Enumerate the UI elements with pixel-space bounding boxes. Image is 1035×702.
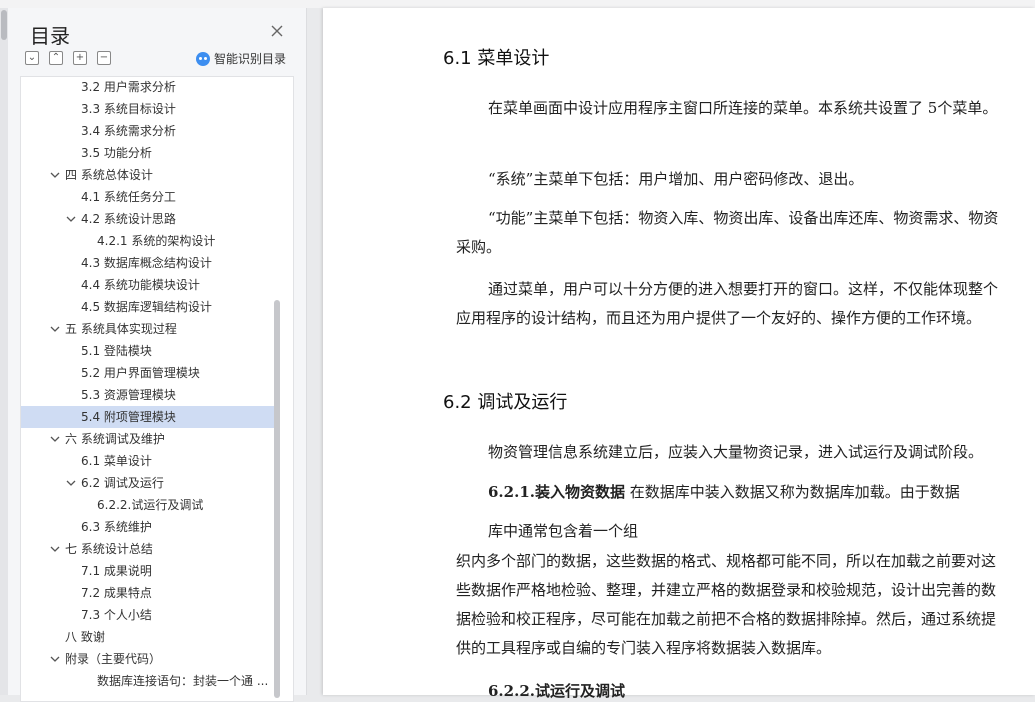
paragraph-load-data-line2: 库中通常包含着一个组 <box>488 522 639 540</box>
chevron-down-icon[interactable] <box>49 318 61 340</box>
toc-item-label: 六 系统调试及维护 <box>65 432 165 446</box>
toc-item[interactable]: 4.1 系统任务分工 <box>21 186 277 208</box>
load-data-text: 在数据库中装入数据又称为数据库加载。由于数据 <box>624 483 960 501</box>
chevron-down-icon[interactable] <box>65 208 77 230</box>
toc-item-label: 7.1 成果说明 <box>81 564 152 578</box>
toc-item[interactable]: 5.4 附项管理模块 <box>21 406 277 428</box>
subheading-6-2-2: 6.2.2.试运行及调试 <box>488 682 625 700</box>
chevron-down-icon[interactable] <box>49 648 61 670</box>
toc-toolbar: ⌄ ⌃ + − <box>25 51 111 65</box>
toc-item[interactable]: 3.3 系统目标设计 <box>21 98 277 120</box>
toc-item[interactable]: 5.2 用户界面管理模块 <box>21 362 277 384</box>
toc-item[interactable]: 七 系统设计总结 <box>21 538 277 560</box>
toc-item-label: 4.3 数据库概念结构设计 <box>81 256 212 270</box>
toc-item-label: 4.2.1 系统的架构设计 <box>97 234 216 248</box>
toc-item-label: 6.2.2.试运行及调试 <box>97 498 204 512</box>
toc-item[interactable]: 八 致谢 <box>21 626 277 648</box>
toc-item[interactable]: 3.5 功能分析 <box>21 142 277 164</box>
toc-item[interactable]: 7.2 成果特点 <box>21 582 277 604</box>
toc-item-label: 五 系统具体实现过程 <box>65 322 177 336</box>
chevron-down-icon[interactable] <box>65 472 77 494</box>
toc-item[interactable]: 7.3 个人小结 <box>21 604 277 626</box>
toc-scrollbar[interactable] <box>274 300 280 698</box>
chevron-down-icon[interactable] <box>49 538 61 560</box>
toc-item-label: 6.1 菜单设计 <box>81 454 152 468</box>
toc-item[interactable]: 3.2 用户需求分析 <box>21 77 277 98</box>
paragraph-function-menu: “功能”主菜单下包括：物资入库、物资出库、设备出库还库、物资需求、物资采购。 <box>456 209 999 256</box>
toc-item[interactable]: 6.2 调试及运行 <box>21 472 277 494</box>
toc-item-label: 3.4 系统需求分析 <box>81 124 176 138</box>
paragraph-trial-intro: 物资管理信息系统建立后，应装入大量物资记录，进入试运行及调试阶段。 <box>488 443 984 461</box>
toc-item[interactable]: 4.5 数据库逻辑结构设计 <box>21 296 277 318</box>
toc-item-label: 4.2 系统设计思路 <box>81 212 176 226</box>
toc-item-label: 6.3 系统维护 <box>81 520 152 534</box>
toc-item[interactable]: 6.1 菜单设计 <box>21 450 277 472</box>
toc-item[interactable]: 4.2 系统设计思路 <box>21 208 277 230</box>
toc-item-label: 6.2 调试及运行 <box>81 476 164 490</box>
paragraph-menu-intro: 在菜单画面中设计应用程序主窗口所连接的菜单。本系统共设置了 5个菜单。 <box>488 99 998 117</box>
paragraph-menu-benefit: 通过菜单，用户可以十分方便的进入想要打开的窗口。这样，不仅能体现整个应用程序的设… <box>456 280 999 327</box>
chevron-down-icon[interactable] <box>49 164 61 186</box>
toc-item[interactable]: 附录（主要代码） <box>21 648 277 670</box>
toc-item[interactable]: 4.2.1 系统的架构设计 <box>21 230 277 252</box>
toc-item[interactable]: 6.2.2.试运行及调试 <box>21 494 277 516</box>
toc-item[interactable]: 6.3 系统维护 <box>21 516 277 538</box>
expand-all-button[interactable]: + <box>73 51 87 65</box>
toc-item-label: 八 致谢 <box>65 630 105 644</box>
toc-item[interactable]: 3.4 系统需求分析 <box>21 120 277 142</box>
toc-item-label: 5.2 用户界面管理模块 <box>81 366 200 380</box>
toc-item-label: 7.3 个人小结 <box>81 608 152 622</box>
toc-item[interactable]: 五 系统具体实现过程 <box>21 318 277 340</box>
document-area: 6.1 菜单设计 在菜单画面中设计应用程序主窗口所连接的菜单。本系统共设置了 5… <box>307 8 1035 700</box>
toc-panel: 目录 ⌄ ⌃ + − 智能识别目录 3.2 用户需求分析 3.3 系统目标设计 3.… <box>0 8 307 702</box>
expand-down-button[interactable]: ⌄ <box>25 51 39 65</box>
document-page: 6.1 菜单设计 在菜单画面中设计应用程序主窗口所连接的菜单。本系统共设置了 5… <box>323 8 1035 700</box>
toc-item[interactable]: 4.3 数据库概念结构设计 <box>21 252 277 274</box>
toc-item-label: 七 系统设计总结 <box>65 542 153 556</box>
heading-6-1: 6.1 菜单设计 <box>443 48 550 69</box>
panel-scrollbar[interactable] <box>0 8 8 695</box>
paragraph-system-menu: “系统”主菜单下包括：用户增加、用户密码修改、退出。 <box>488 170 864 188</box>
toc-item[interactable]: 数据库连接语句：封装一个通 ... <box>21 670 277 692</box>
toc-item-label: 数据库连接语句：封装一个通 ... <box>97 674 269 688</box>
toc-item-label: 5.4 附项管理模块 <box>81 410 176 424</box>
toc-item-label: 3.5 功能分析 <box>81 146 152 160</box>
paragraph-load-data: 6.2.1.装入物资数据 在数据库中装入数据又称为数据库加载。由于数据 <box>456 478 1000 507</box>
toc-title: 目录 <box>30 24 70 48</box>
toc-item-label: 7.2 成果特点 <box>81 586 152 600</box>
toc-item-label: 4.4 系统功能模块设计 <box>81 278 200 292</box>
smart-recognize-button[interactable]: 智能识别目录 <box>196 50 286 67</box>
collapse-all-button[interactable]: − <box>97 51 111 65</box>
toc-item-label: 3.3 系统目标设计 <box>81 102 176 116</box>
collapse-up-button[interactable]: ⌃ <box>49 51 63 65</box>
robot-icon <box>196 51 210 66</box>
heading-6-2: 6.2 调试及运行 <box>443 392 568 413</box>
toc-item-label: 附录（主要代码） <box>65 652 162 666</box>
toc-item[interactable]: 六 系统调试及维护 <box>21 428 277 450</box>
toc-item-label: 四 系统总体设计 <box>65 168 153 182</box>
paragraph-data-check: 织内多个部门的数据，这些数据的格式、规格都可能不同，所以在加载之前要对这些数据作… <box>456 552 997 657</box>
toc-list-box: 3.2 用户需求分析 3.3 系统目标设计 3.4 系统需求分析 3.5 功能分析四 … <box>20 76 294 702</box>
toc-item-label: 4.5 数据库逻辑结构设计 <box>81 300 212 314</box>
panel-scroll-thumb[interactable] <box>1 10 7 40</box>
toc-item[interactable]: 4.4 系统功能模块设计 <box>21 274 277 296</box>
toc-item-label: 4.1 系统任务分工 <box>81 190 176 204</box>
chevron-down-icon[interactable] <box>49 428 61 450</box>
toc-item[interactable]: 5.1 登陆模块 <box>21 340 277 362</box>
subheading-6-2-1: 6.2.1.装入物资数据 <box>488 483 625 501</box>
toc-list: 3.2 用户需求分析 3.3 系统目标设计 3.4 系统需求分析 3.5 功能分析四 … <box>21 77 277 692</box>
toc-item-label: 3.2 用户需求分析 <box>81 80 176 94</box>
close-icon[interactable] <box>270 24 286 40</box>
toc-item[interactable]: 7.1 成果说明 <box>21 560 277 582</box>
smart-recognize-label: 智能识别目录 <box>214 52 287 66</box>
toc-item-label: 5.3 资源管理模块 <box>81 388 176 402</box>
toc-item[interactable]: 5.3 资源管理模块 <box>21 384 277 406</box>
toc-item[interactable]: 四 系统总体设计 <box>21 164 277 186</box>
toc-item-label: 5.1 登陆模块 <box>81 344 152 358</box>
